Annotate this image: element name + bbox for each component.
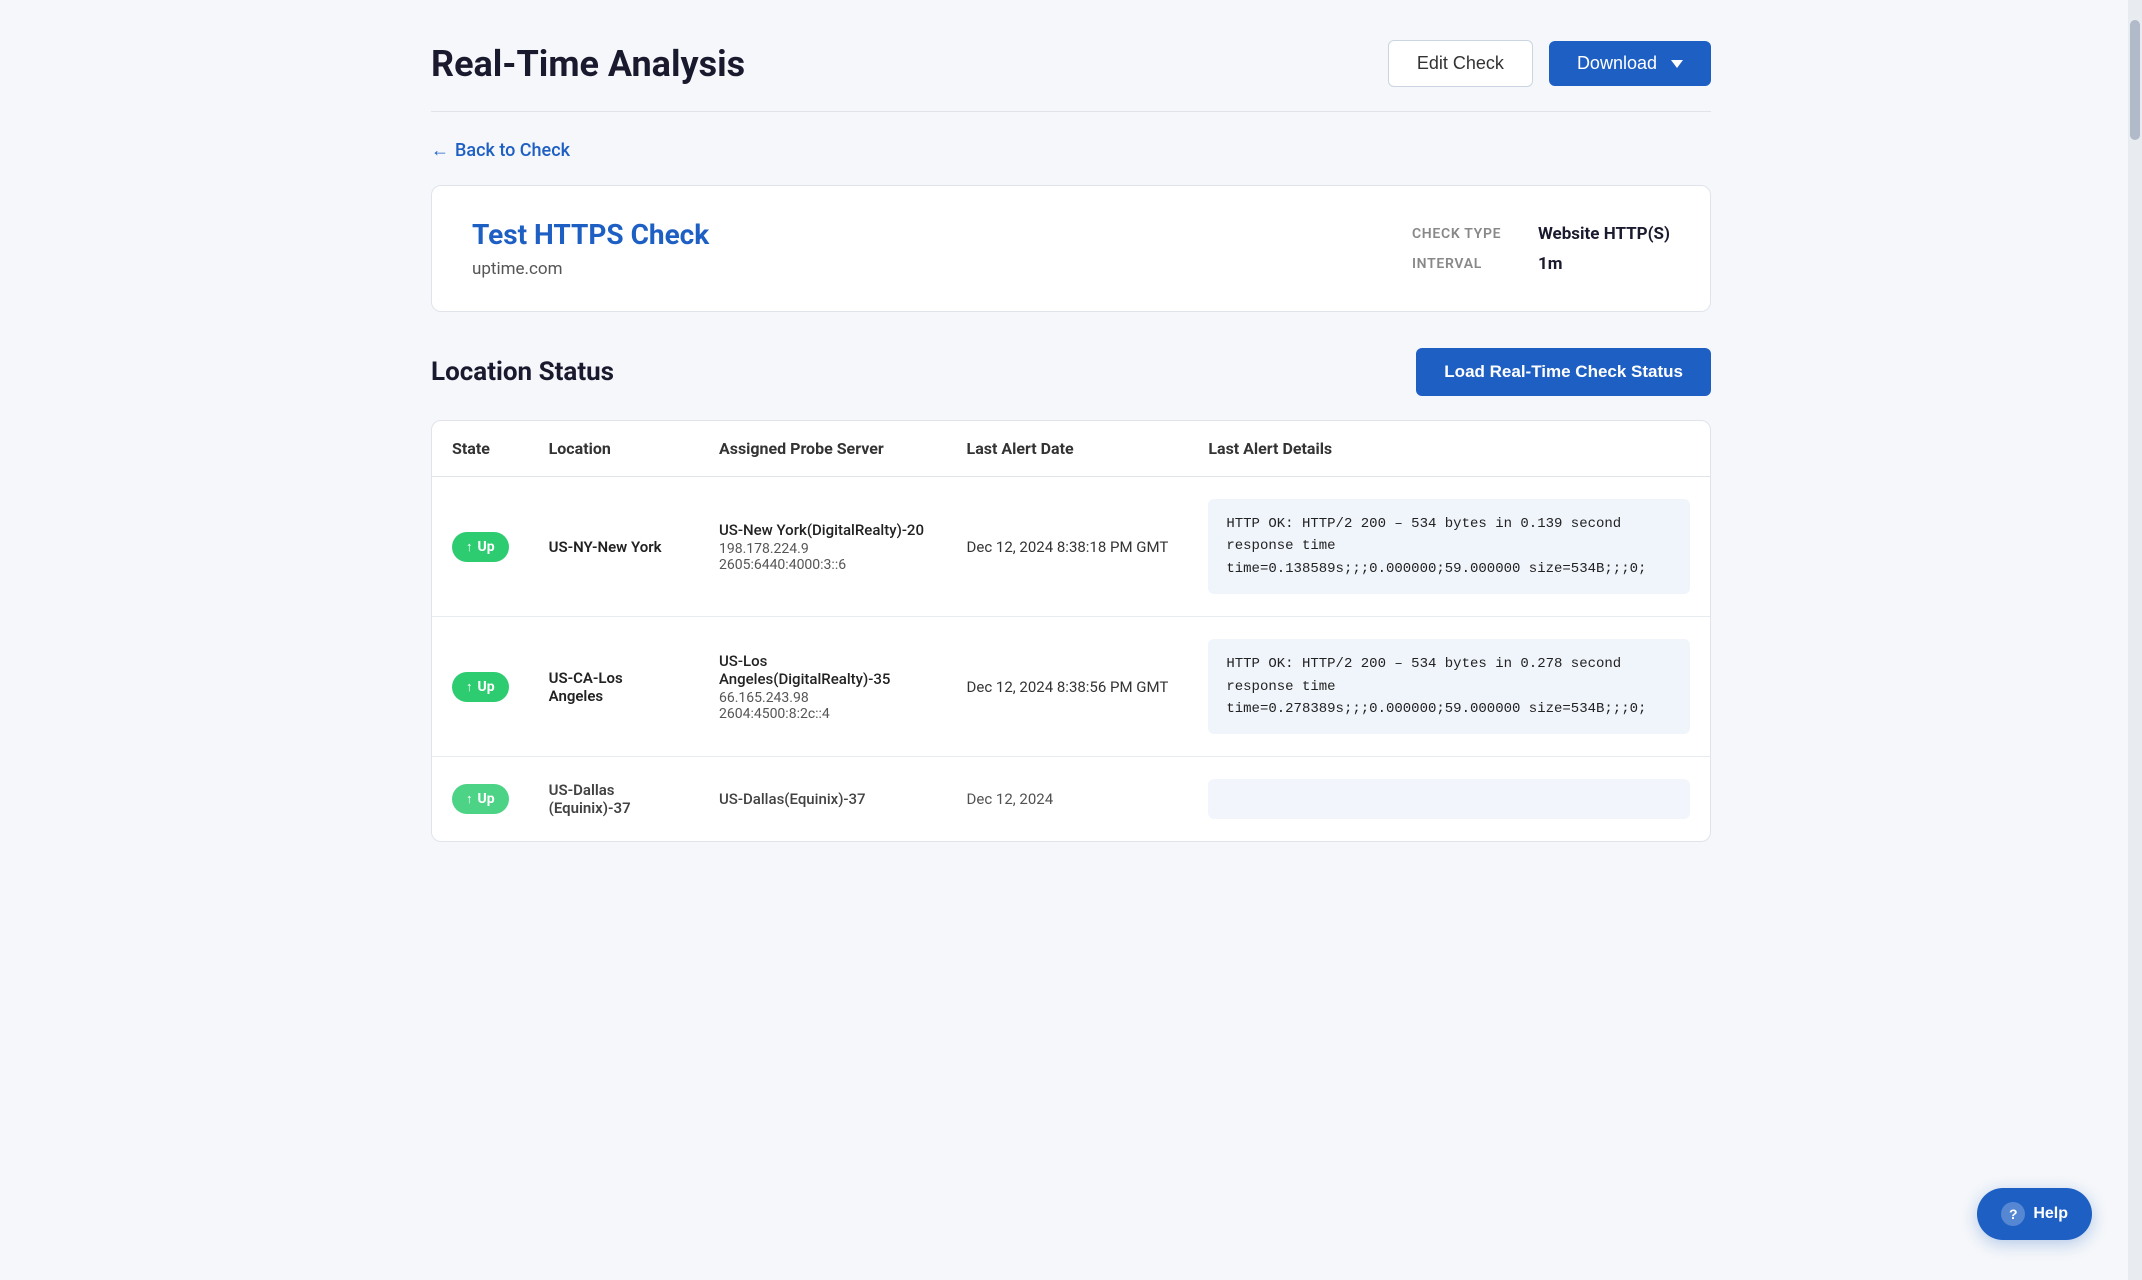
help-label: Help xyxy=(2033,1205,2068,1223)
check-interval-label: INTERVAL xyxy=(1412,256,1522,272)
chevron-down-icon xyxy=(1671,60,1683,68)
location-name: US-CA-Los Angeles xyxy=(549,669,623,705)
last-alert-date: Dec 12, 2024 xyxy=(967,790,1054,808)
alert-detail-line1: HTTP OK: HTTP/2 200 – 534 bytes in 0.139… xyxy=(1226,513,1672,558)
probe-name: US-Dallas(Equinix)-37 xyxy=(719,790,927,808)
col-last-alert-details: Last Alert Details xyxy=(1188,421,1710,477)
alert-details-box: HTTP OK: HTTP/2 200 – 534 bytes in 0.278… xyxy=(1208,639,1690,734)
state-cell: ↑ Up xyxy=(432,477,529,617)
location-name: US-Dallas (Equinix)-37 xyxy=(549,781,631,817)
scrollbar[interactable] xyxy=(2128,0,2142,1280)
probe-server-cell: US-Dallas(Equinix)-37 xyxy=(699,757,947,842)
up-arrow-icon: ↑ xyxy=(466,539,473,555)
check-interval-row: INTERVAL 1m xyxy=(1412,254,1670,274)
last-alert-details-cell: HTTP OK: HTTP/2 200 – 534 bytes in 0.278… xyxy=(1188,617,1710,757)
probe-name: US-Los Angeles(DigitalRealty)-35 xyxy=(719,652,927,688)
check-meta: CHECK TYPE Website HTTP(S) INTERVAL 1m xyxy=(1412,224,1670,274)
location-status-title: Location Status xyxy=(431,357,614,387)
page-header: Real-Time Analysis Edit Check Download xyxy=(431,40,1711,112)
back-link-label: Back to Check xyxy=(455,140,570,161)
table-header-row: State Location Assigned Probe Server Las… xyxy=(432,421,1710,477)
download-label: Download xyxy=(1577,53,1657,74)
location-cell: US-NY-New York xyxy=(529,477,699,617)
check-type-value: Website HTTP(S) xyxy=(1538,224,1670,244)
alert-details-box: HTTP OK: HTTP/2 200 – 534 bytes in 0.139… xyxy=(1208,499,1690,594)
last-alert-date-cell: Dec 12, 2024 xyxy=(947,757,1189,842)
check-type-label: CHECK TYPE xyxy=(1412,226,1522,242)
probe-ip: 198.178.224.9 xyxy=(719,541,927,557)
probe-server-cell: US-New York(DigitalRealty)-20 198.178.22… xyxy=(699,477,947,617)
check-card-left: Test HTTPS Check uptime.com xyxy=(472,218,709,279)
col-last-alert-date: Last Alert Date xyxy=(947,421,1189,477)
header-actions: Edit Check Download xyxy=(1388,40,1711,87)
status-badge: ↑ Up xyxy=(452,784,509,814)
status-badge: ↑ Up xyxy=(452,532,509,562)
check-interval-value: 1m xyxy=(1538,254,1562,274)
location-name: US-NY-New York xyxy=(549,538,662,556)
help-circle-icon: ? xyxy=(2001,1202,2025,1226)
location-cell: US-CA-Los Angeles xyxy=(529,617,699,757)
alert-detail-line2: time=0.278389s;;;0.000000;59.000000 size… xyxy=(1226,698,1672,720)
back-to-check-link[interactable]: ← Back to Check xyxy=(431,140,570,161)
scrollbar-thumb[interactable] xyxy=(2130,20,2140,140)
state-cell: ↑ Up xyxy=(432,617,529,757)
last-alert-details-cell: HTTP OK: HTTP/2 200 – 534 bytes in 0.139… xyxy=(1188,477,1710,617)
up-arrow-icon: ↑ xyxy=(466,791,473,807)
probe-server-cell: US-Los Angeles(DigitalRealty)-35 66.165.… xyxy=(699,617,947,757)
check-name: Test HTTPS Check xyxy=(472,218,709,251)
up-arrow-icon: ↑ xyxy=(466,679,473,695)
last-alert-date-cell: Dec 12, 2024 8:38:56 PM GMT xyxy=(947,617,1189,757)
probe-ipv6: 2604:4500:8:2c::4 xyxy=(719,706,927,722)
table-row: ↑ Up US-Dallas (Equinix)-37 US-Dallas(Eq… xyxy=(432,757,1710,842)
alert-detail-line1: HTTP OK: HTTP/2 200 – 534 bytes in 0.278… xyxy=(1226,653,1672,698)
location-status-table: State Location Assigned Probe Server Las… xyxy=(432,421,1710,841)
edit-check-button[interactable]: Edit Check xyxy=(1388,40,1533,87)
last-alert-date-cell: Dec 12, 2024 8:38:18 PM GMT xyxy=(947,477,1189,617)
col-probe-server: Assigned Probe Server xyxy=(699,421,947,477)
location-status-section-header: Location Status Load Real-Time Check Sta… xyxy=(431,348,1711,396)
page-title: Real-Time Analysis xyxy=(431,43,745,85)
check-info-card: Test HTTPS Check uptime.com CHECK TYPE W… xyxy=(431,185,1711,312)
alert-detail-line2: time=0.138589s;;;0.000000;59.000000 size… xyxy=(1226,558,1672,580)
col-location: Location xyxy=(529,421,699,477)
status-badge: ↑ Up xyxy=(452,672,509,702)
col-state: State xyxy=(432,421,529,477)
last-alert-details-cell xyxy=(1188,757,1710,842)
location-status-table-wrapper: State Location Assigned Probe Server Las… xyxy=(431,420,1711,842)
location-cell: US-Dallas (Equinix)-37 xyxy=(529,757,699,842)
alert-details-box xyxy=(1208,779,1690,819)
arrow-left-icon: ← xyxy=(431,140,449,161)
probe-name: US-New York(DigitalRealty)-20 xyxy=(719,521,927,539)
help-button[interactable]: ? Help xyxy=(1977,1188,2092,1240)
load-realtime-status-button[interactable]: Load Real-Time Check Status xyxy=(1416,348,1711,396)
download-button[interactable]: Download xyxy=(1549,41,1711,86)
check-type-row: CHECK TYPE Website HTTP(S) xyxy=(1412,224,1670,244)
table-row: ↑ Up US-CA-Los Angeles US-Los Angeles(Di… xyxy=(432,617,1710,757)
last-alert-date: Dec 12, 2024 8:38:18 PM GMT xyxy=(967,538,1169,556)
state-cell: ↑ Up xyxy=(432,757,529,842)
check-url: uptime.com xyxy=(472,259,709,279)
probe-ip: 66.165.243.98 xyxy=(719,690,927,706)
last-alert-date: Dec 12, 2024 8:38:56 PM GMT xyxy=(967,678,1169,696)
probe-ipv6: 2605:6440:4000:3::6 xyxy=(719,557,927,573)
table-row: ↑ Up US-NY-New York US-New York(DigitalR… xyxy=(432,477,1710,617)
